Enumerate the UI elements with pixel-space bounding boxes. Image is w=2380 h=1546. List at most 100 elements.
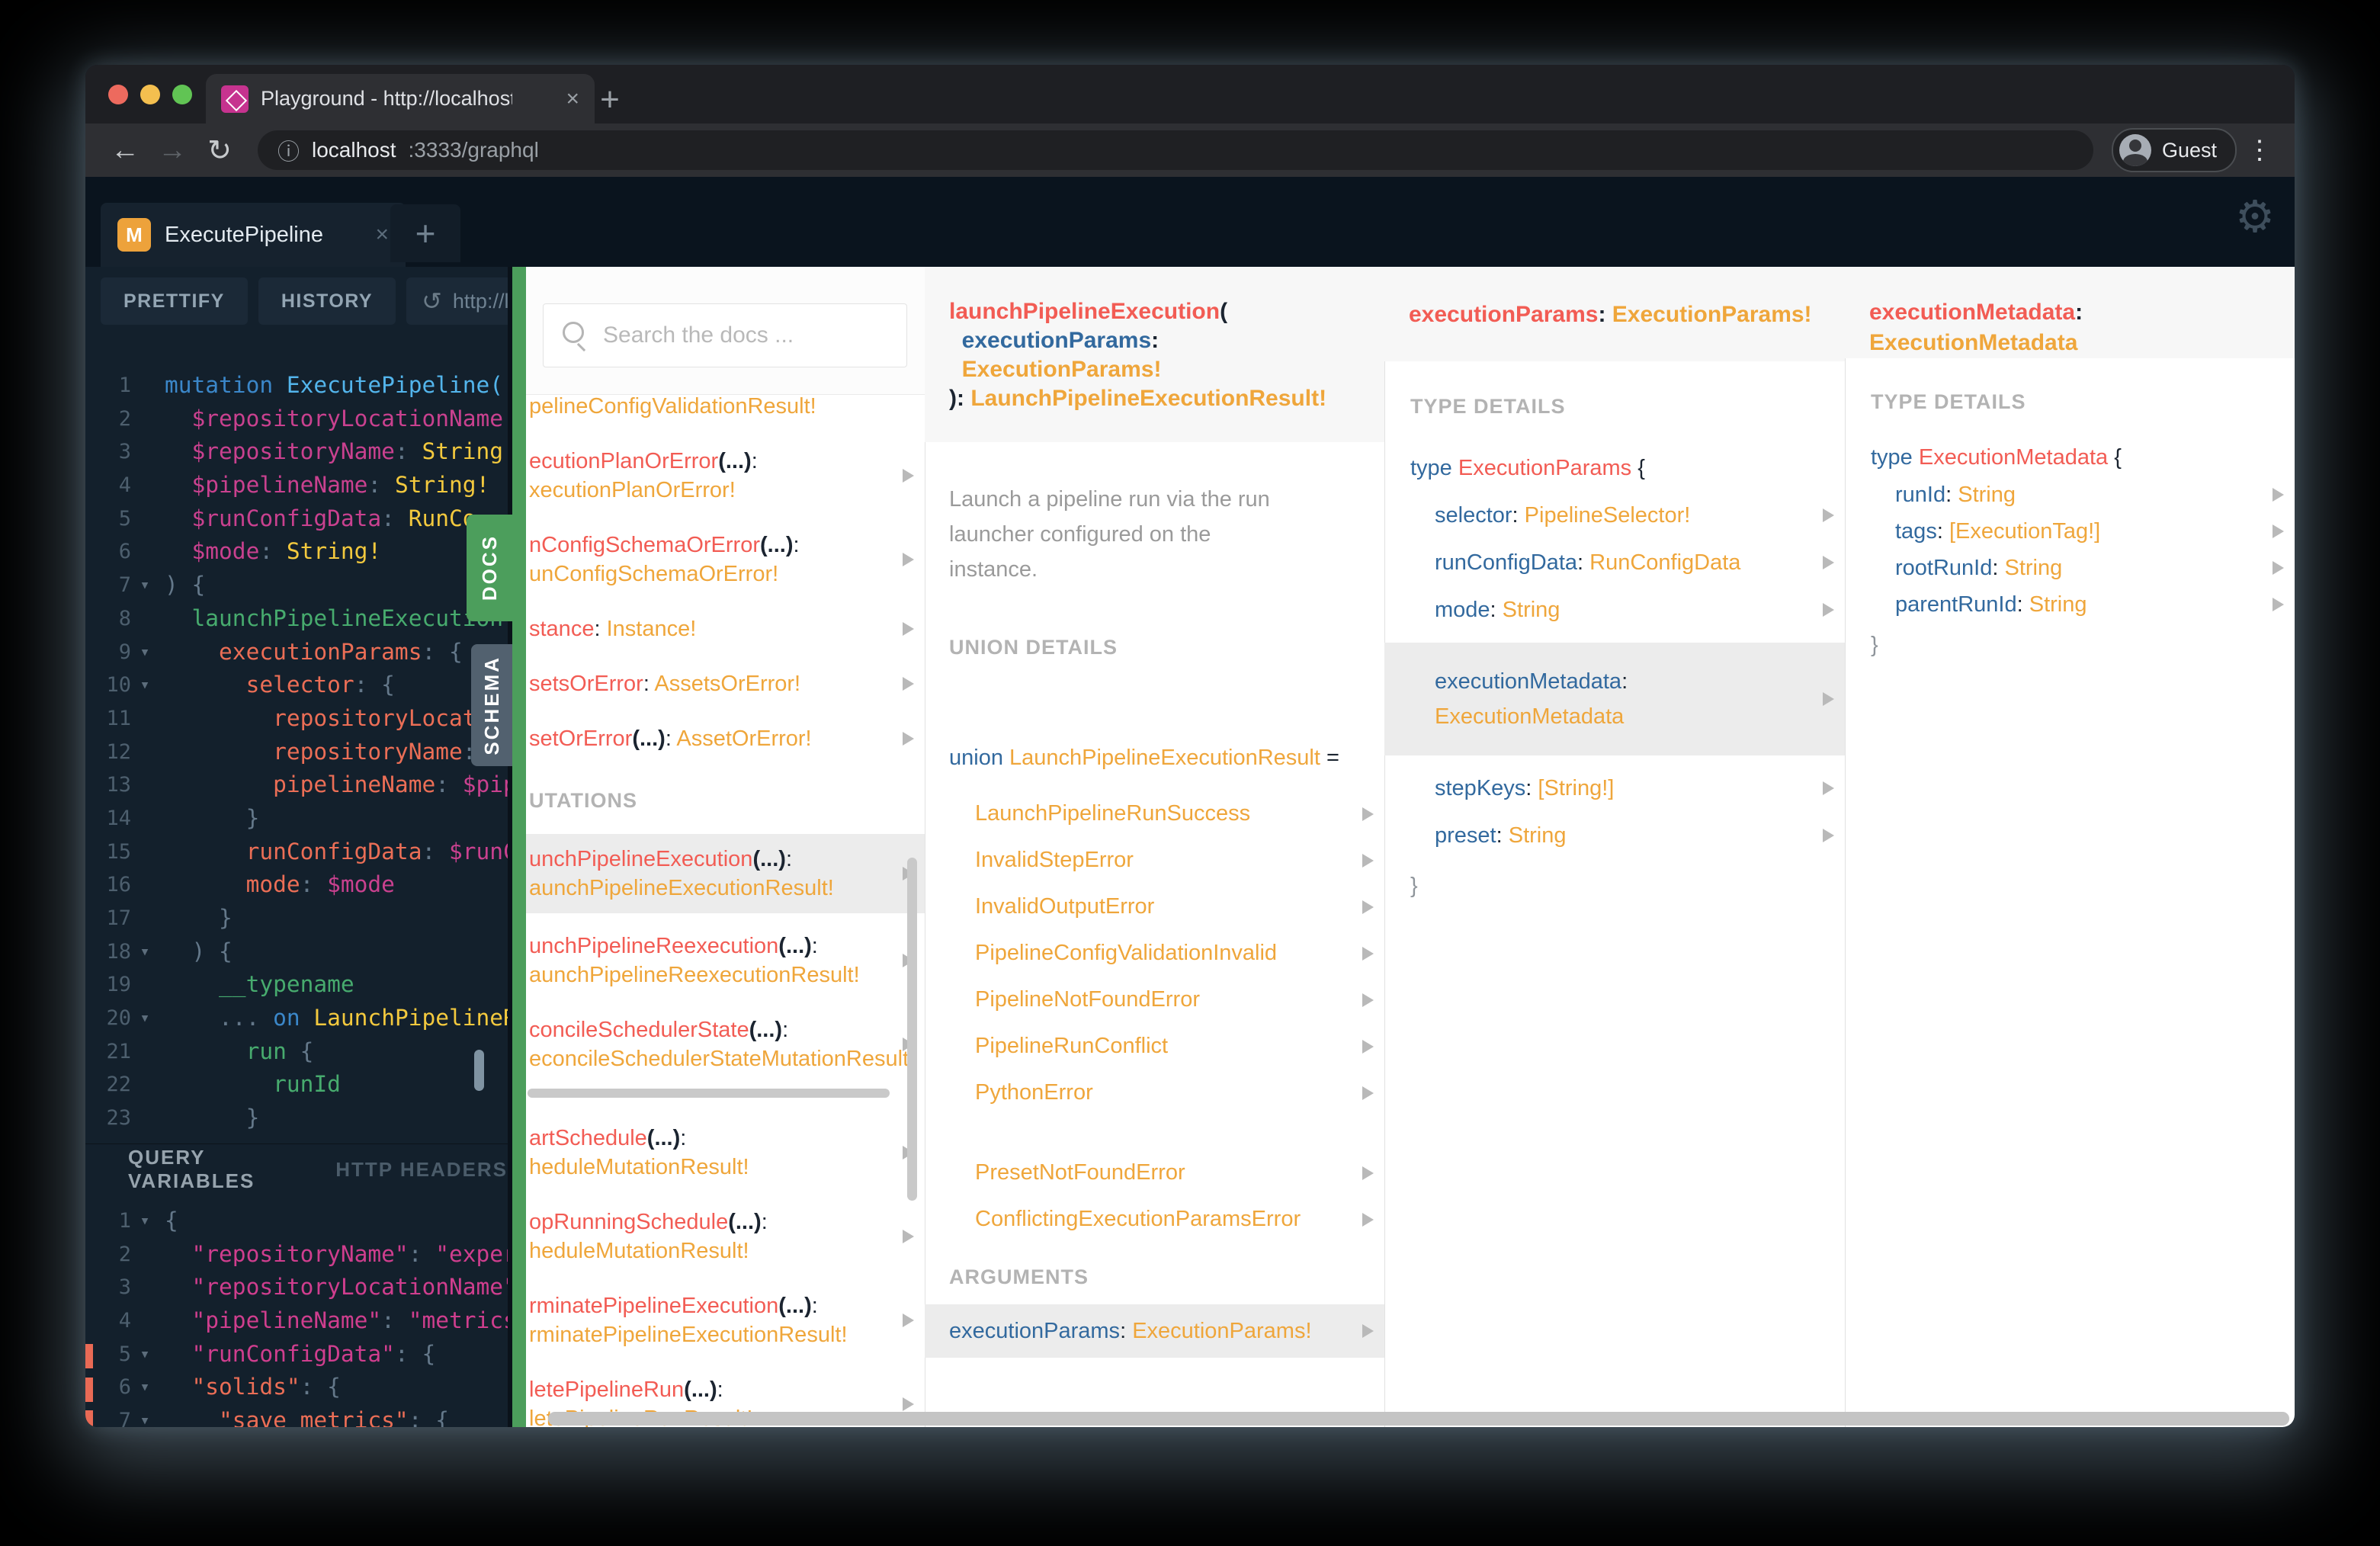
- expand-chevron-icon[interactable]: [903, 1230, 914, 1243]
- docs-field-row[interactable]: pelineConfigValidationResult!: [526, 392, 925, 421]
- history-button[interactable]: HISTORY: [258, 277, 396, 325]
- type-field-row[interactable]: rootRunId: String: [1845, 554, 2295, 582]
- expand-chevron-icon[interactable]: [903, 677, 914, 691]
- docs-vertical-scrollbar[interactable]: [907, 858, 917, 1201]
- browser-tab[interactable]: Playground - http://localhost:3 ×: [206, 74, 595, 123]
- argument-row[interactable]: executionParams: ExecutionParams!: [925, 1304, 1384, 1358]
- type-field-row[interactable]: preset: String: [1384, 821, 1845, 850]
- reset-endpoint-icon[interactable]: ↺: [422, 287, 442, 316]
- docs-field-row[interactable]: rminatePipelineExecution(...): rminatePip…: [526, 1291, 925, 1349]
- fold-arrow-icon[interactable]: ▾: [131, 669, 159, 702]
- fold-arrow-icon[interactable]: ▾: [131, 1404, 159, 1427]
- expand-chevron-icon[interactable]: [2273, 598, 2284, 611]
- docs-field-row[interactable]: concileSchedulerState(...): econcileSched…: [526, 1015, 925, 1073]
- expand-chevron-icon[interactable]: [1362, 1086, 1374, 1100]
- query-code[interactable]: 1 mutation ExecutePipeline(2 $repositoryL…: [85, 369, 508, 1135]
- browser-menu-icon[interactable]: ⋮: [2244, 135, 2275, 165]
- tab-http-headers[interactable]: HTTP HEADERS: [335, 1158, 508, 1182]
- union-member-row[interactable]: PipelineRunConflict: [975, 1032, 1374, 1060]
- fold-arrow-icon[interactable]: ▾: [131, 1204, 159, 1238]
- schema-side-tab[interactable]: SCHEMA: [471, 644, 512, 766]
- expand-chevron-icon[interactable]: [903, 732, 914, 746]
- editor-vertical-scrollbar[interactable]: [474, 1050, 484, 1091]
- union-member-row[interactable]: PresetNotFoundError: [975, 1159, 1374, 1187]
- union-member-row[interactable]: PipelineConfigValidationInvalid: [975, 939, 1374, 967]
- tab-query-variables[interactable]: QUERY VARIABLES: [128, 1146, 296, 1193]
- type-field-row[interactable]: tags: [ExecutionTag!]: [1845, 518, 2295, 545]
- expand-chevron-icon[interactable]: [1823, 692, 1834, 706]
- expand-chevron-icon[interactable]: [903, 469, 914, 483]
- query-editor-pane[interactable]: PRETTIFY HISTORY ↺ http://loc 1 mutation …: [85, 267, 512, 1427]
- union-member-row[interactable]: PythonError: [975, 1079, 1374, 1107]
- docs-field-row[interactable]: setOrError(...): AssetOrError!: [526, 724, 925, 753]
- type-field-row[interactable]: selector: PipelineSelector!: [1384, 501, 1845, 530]
- back-icon[interactable]: ←: [105, 130, 145, 170]
- union-member-row[interactable]: PipelineNotFoundError: [975, 986, 1374, 1014]
- union-member-row[interactable]: LaunchPipelineRunSuccess: [975, 800, 1374, 828]
- expand-chevron-icon[interactable]: [1362, 1324, 1374, 1338]
- expand-chevron-icon[interactable]: [1823, 781, 1834, 795]
- expand-chevron-icon[interactable]: [903, 553, 914, 566]
- minimize-window-button[interactable]: [140, 85, 160, 104]
- session-tab[interactable]: M ExecutePipeline ×: [101, 203, 406, 267]
- expand-chevron-icon[interactable]: [2273, 488, 2284, 502]
- maximize-window-button[interactable]: [172, 85, 192, 104]
- expand-chevron-icon[interactable]: [1362, 900, 1374, 914]
- docs-field-row[interactable]: opRunningSchedule(...): heduleMutationRes…: [526, 1208, 925, 1265]
- expand-chevron-icon[interactable]: [1823, 603, 1834, 617]
- expand-chevron-icon[interactable]: [1823, 829, 1834, 842]
- docs-horizontal-scrollbar[interactable]: [548, 1412, 2289, 1426]
- expand-chevron-icon[interactable]: [1362, 1212, 1374, 1227]
- docs-field-row[interactable]: stance: Instance!: [526, 614, 925, 643]
- expand-chevron-icon[interactable]: [1362, 1039, 1374, 1054]
- union-member-row[interactable]: ConflictingExecutionParamsError: [975, 1205, 1374, 1233]
- type-field-row[interactable]: executionMetadata: ExecutionMetadata: [1384, 643, 1845, 755]
- expand-chevron-icon[interactable]: [1362, 993, 1374, 1007]
- docs-field-row[interactable]: artSchedule(...): heduleMutationResult!: [526, 1124, 925, 1182]
- fold-arrow-icon[interactable]: ▾: [131, 935, 159, 969]
- profile-button[interactable]: Guest: [2111, 128, 2237, 172]
- union-member-row[interactable]: InvalidStepError: [975, 846, 1374, 874]
- fold-arrow-icon[interactable]: ▾: [131, 569, 159, 602]
- docs-field-row[interactable]: unchPipelineExecution(...): aunchPipeline…: [526, 834, 925, 913]
- close-window-button[interactable]: [108, 85, 128, 104]
- expand-chevron-icon[interactable]: [1362, 1166, 1374, 1180]
- expand-chevron-icon[interactable]: [2273, 524, 2284, 538]
- expand-chevron-icon[interactable]: [1362, 807, 1374, 821]
- reload-icon[interactable]: ↻: [200, 130, 239, 170]
- session-close-icon[interactable]: ×: [375, 222, 389, 248]
- expand-chevron-icon[interactable]: [903, 622, 914, 636]
- variables-code[interactable]: 1 ▾{2 "repositoryName": "exper 3 "reposito…: [85, 1204, 508, 1427]
- tab-close-icon[interactable]: ×: [566, 86, 579, 112]
- new-tab-button[interactable]: +: [589, 79, 631, 121]
- forward-icon[interactable]: →: [152, 130, 192, 170]
- expand-chevron-icon[interactable]: [903, 1397, 914, 1411]
- union-member-row[interactable]: InvalidOutputError: [975, 893, 1374, 921]
- docs-field-row[interactable]: unchPipelineReexecution(...): aunchPipeli…: [526, 932, 925, 990]
- prettify-button[interactable]: PRETTIFY: [101, 277, 248, 325]
- expand-chevron-icon[interactable]: [903, 1313, 914, 1327]
- type-field-row[interactable]: parentRunId: String: [1845, 591, 2295, 618]
- expand-chevron-icon[interactable]: [1362, 946, 1374, 961]
- docs-field-row[interactable]: nConfigSchemaOrError(...): unConfigSchema…: [526, 531, 925, 589]
- type-field-row[interactable]: runId: String: [1845, 481, 2295, 508]
- type-field-row[interactable]: mode: String: [1384, 595, 1845, 624]
- expand-chevron-icon[interactable]: [1823, 508, 1834, 522]
- docs-field-row[interactable]: setsOrError: AssetsOrError!: [526, 669, 925, 698]
- docs-side-tab[interactable]: DOCS: [467, 515, 512, 621]
- search-input[interactable]: [543, 303, 907, 367]
- expand-chevron-icon[interactable]: [1823, 556, 1834, 569]
- docs-horizontal-scrollbar[interactable]: [526, 1089, 925, 1098]
- expand-chevron-icon[interactable]: [1362, 853, 1374, 868]
- settings-gear-icon[interactable]: ⚙: [2235, 191, 2275, 242]
- site-info-icon[interactable]: ⓘ: [277, 134, 300, 166]
- expand-chevron-icon[interactable]: [2273, 561, 2284, 575]
- fold-arrow-icon[interactable]: ▾: [131, 1371, 159, 1404]
- fold-arrow-icon[interactable]: ▾: [131, 1002, 159, 1035]
- docs-field-row[interactable]: ecutionPlanOrError(...): xecutionPlanOrEr…: [526, 447, 925, 505]
- fold-arrow-icon[interactable]: ▾: [131, 1338, 159, 1371]
- endpoint-input[interactable]: ↺ http://loc: [406, 277, 508, 325]
- address-bar[interactable]: ⓘ localhost:3333/graphql: [258, 130, 2093, 170]
- type-field-row[interactable]: stepKeys: [String!]: [1384, 774, 1845, 803]
- scrollbar-thumb[interactable]: [528, 1089, 890, 1098]
